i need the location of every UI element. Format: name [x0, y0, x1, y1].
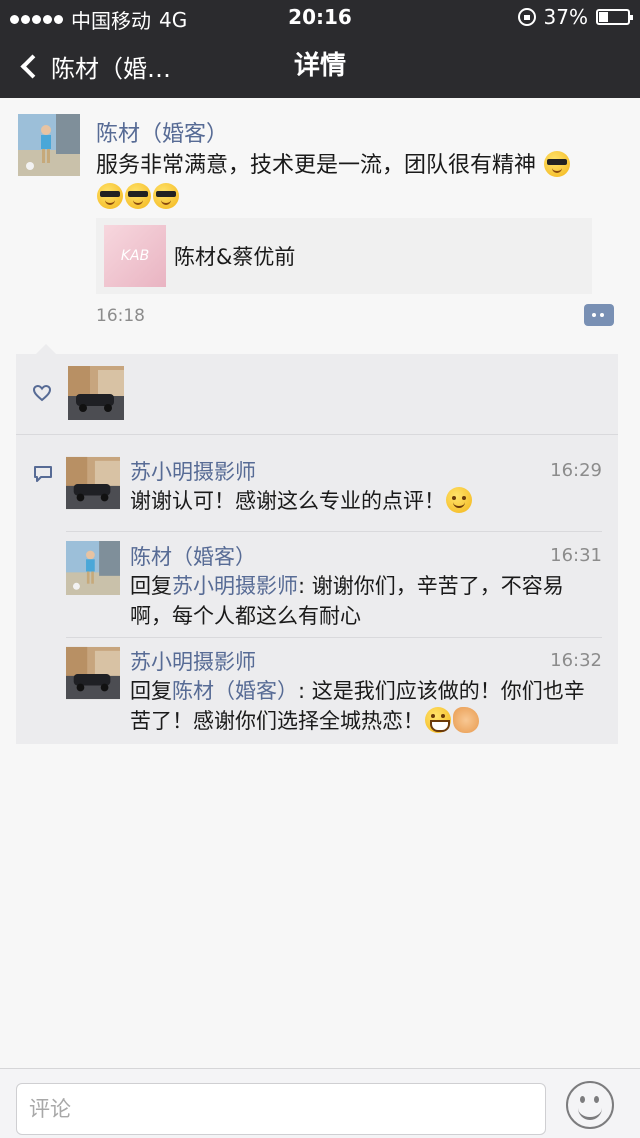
- comment-item[interactable]: 陈材（婚客） 16:31 回复苏小明摄影师: 谢谢你们，辛苦了，不容易啊，每个人…: [66, 541, 602, 633]
- commenter-name[interactable]: 苏小明摄影师: [130, 646, 256, 676]
- commenter-name[interactable]: 苏小明摄影师: [130, 456, 256, 486]
- divider: [16, 434, 618, 435]
- author-avatar[interactable]: [18, 114, 80, 176]
- reply-target-name[interactable]: 陈材（婚客）: [172, 679, 298, 703]
- post-detail: 陈材（婚客） 服务非常满意，技术更是一流，团队很有精神 KAB 陈材&蔡优前 1…: [0, 98, 640, 1068]
- rotation-lock-icon: [517, 8, 536, 26]
- comment-item[interactable]: 苏小明摄影师 16:32 回复陈材（婚客）: 这是我们应该做的！你们也辛苦了！感…: [66, 646, 602, 738]
- comment-time: 16:32: [550, 650, 602, 671]
- comment-body: 谢谢认可！感谢这么专业的点评！: [130, 489, 445, 513]
- smile-emoji-icon: [446, 487, 472, 513]
- likes-comments-box: 苏小明摄影师 16:29 谢谢认可！感谢这么专业的点评！ 陈材（婚客） 16:3…: [16, 344, 618, 744]
- post-timestamp: 16:18: [96, 306, 145, 326]
- comment-text: 谢谢认可！感谢这么专业的点评！: [130, 486, 602, 516]
- sunglasses-emoji-icon: [153, 183, 179, 209]
- commenter-avatar[interactable]: [66, 646, 120, 700]
- post-text: 服务非常满意，技术更是一流，团队很有精神: [96, 150, 626, 214]
- comment-divider: [66, 637, 602, 638]
- reply-colon: :: [298, 679, 306, 703]
- status-bar: 中国移动 4G 20:16 37%: [0, 0, 640, 34]
- commenter-name[interactable]: 陈材（婚客）: [130, 541, 256, 571]
- grin-emoji-icon: [425, 707, 451, 733]
- sunglasses-emoji-icon: [544, 151, 571, 177]
- reply-prefix: 回复: [130, 679, 172, 703]
- back-label: 陈材（婚…: [51, 54, 171, 83]
- comment-time: 16:31: [550, 545, 602, 566]
- post-text-body: 服务非常满意，技术更是一流，团队很有精神: [96, 153, 537, 178]
- reply-colon: :: [298, 574, 306, 598]
- liker-avatar[interactable]: [68, 366, 124, 420]
- link-title: 陈材&蔡优前: [174, 245, 296, 269]
- comment-text: 回复陈材（婚客）: 这是我们应该做的！你们也辛苦了！感谢你们选择全城热恋！: [130, 676, 602, 736]
- post-author-name[interactable]: 陈材（婚客）: [96, 116, 228, 148]
- battery-icon: [596, 9, 633, 25]
- emoji-icon[interactable]: [566, 1081, 614, 1129]
- link-thumbnail: KAB: [104, 225, 166, 287]
- battery-percent: 37%: [543, 5, 588, 29]
- comment-icon: [33, 465, 53, 483]
- comment-time: 16:29: [550, 460, 602, 481]
- comment-item[interactable]: 苏小明摄影师 16:29 谢谢认可！感谢这么专业的点评！: [66, 456, 602, 532]
- shared-link-card[interactable]: KAB 陈材&蔡优前: [96, 218, 592, 294]
- handshake-emoji-icon: [453, 707, 479, 733]
- chevron-left-icon: [20, 53, 45, 79]
- nav-bar: 陈材（婚… 详情: [0, 34, 640, 98]
- comment-input-bar: [0, 1068, 640, 1138]
- comment-input[interactable]: [16, 1083, 546, 1135]
- back-button[interactable]: 陈材（婚…: [18, 34, 171, 98]
- comment-action-button[interactable]: [584, 304, 614, 326]
- reply-target-name[interactable]: 苏小明摄影师: [172, 574, 298, 598]
- sunglasses-emoji-icon: [97, 183, 123, 209]
- sunglasses-emoji-icon: [125, 183, 151, 209]
- commenter-avatar[interactable]: [66, 541, 120, 595]
- reply-prefix: 回复: [130, 574, 172, 598]
- heart-icon: [32, 383, 52, 403]
- comment-divider: [66, 531, 602, 532]
- comment-text: 回复苏小明摄影师: 谢谢你们，辛苦了，不容易啊，每个人都这么有耐心: [130, 571, 602, 631]
- commenter-avatar[interactable]: [66, 456, 120, 510]
- link-thumb-logo: KAB: [120, 248, 150, 264]
